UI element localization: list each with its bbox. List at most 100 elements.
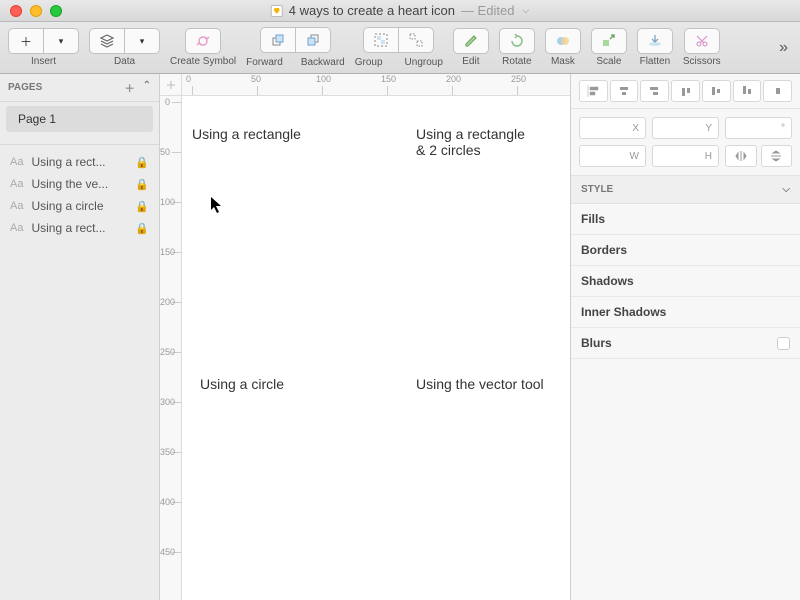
flip-v-button[interactable] — [761, 145, 793, 167]
mask-group: Mask — [545, 28, 581, 67]
canvas-text-layer[interactable]: Using a rectangle — [192, 126, 301, 142]
group-button[interactable] — [363, 27, 398, 53]
layer-row[interactable]: AaUsing a rect...🔒 — [0, 217, 159, 239]
rotation-input[interactable]: ° — [725, 117, 792, 139]
pages-label: PAGES — [8, 82, 42, 93]
insert-button[interactable]: ＋ ▾ — [8, 28, 79, 54]
layer-name: Using the ve... — [31, 177, 127, 191]
flip-h-button[interactable] — [725, 145, 757, 167]
title-bar: 4 ways to create a heart icon — Edited ⌵ — [0, 0, 800, 22]
layer-row[interactable]: AaUsing a circle🔒 — [0, 195, 159, 217]
sidebar: PAGES ＋ ⌃ Page 1 AaUsing a rect...🔒AaUsi… — [0, 74, 160, 600]
ruler-origin[interactable] — [160, 74, 182, 96]
window-title[interactable]: 4 ways to create a heart icon — Edited ⌵ — [271, 3, 530, 18]
group-icon — [372, 31, 390, 49]
layer-row[interactable]: AaUsing the ve...🔒 — [0, 173, 159, 195]
flatten-icon — [646, 32, 664, 50]
edit-label: Edit — [462, 56, 479, 67]
fills-section[interactable]: Fills — [571, 204, 800, 235]
backward-button[interactable] — [295, 27, 331, 53]
chevron-down-icon: ▾ — [133, 32, 151, 50]
main-area: PAGES ＋ ⌃ Page 1 AaUsing a rect...🔒AaUsi… — [0, 74, 800, 600]
h-input[interactable]: H — [652, 145, 719, 167]
shadows-section[interactable]: Shadows — [571, 266, 800, 297]
y-input[interactable]: Y — [652, 117, 719, 139]
edited-indicator: — Edited — [461, 3, 514, 18]
forward-button[interactable] — [260, 27, 295, 53]
chevron-down-icon: ⌵ — [522, 5, 529, 16]
canvas-text-layer[interactable]: Using a rectangle & 2 circles — [416, 126, 525, 158]
x-input[interactable]: X — [579, 117, 646, 139]
scissors-label: Scissors — [683, 56, 721, 67]
ruler-horizontal[interactable]: 050100150200250 — [182, 74, 570, 96]
page-item[interactable]: Page 1 — [6, 106, 153, 132]
document-icon — [271, 5, 283, 17]
refresh-icon — [194, 32, 212, 50]
minimize-window-button[interactable] — [30, 5, 42, 17]
toolbar-overflow-icon[interactable]: » — [775, 39, 792, 57]
scale-icon — [600, 32, 618, 50]
scale-label: Scale — [596, 56, 621, 67]
arrange-pair — [260, 27, 331, 53]
ruler-vertical[interactable]: 050100150200250300350400450 — [160, 96, 182, 600]
zoom-window-button[interactable] — [50, 5, 62, 17]
layers-icon — [98, 32, 116, 50]
align-hcenter-button[interactable] — [610, 80, 639, 102]
edit-group: Edit — [453, 28, 489, 67]
distribute-button[interactable] — [763, 80, 792, 102]
align-left-button[interactable] — [579, 80, 608, 102]
layer-row[interactable]: AaUsing a rect...🔒 — [0, 151, 159, 173]
flatten-group: Flatten — [637, 28, 673, 67]
pages-header: PAGES ＋ ⌃ — [0, 74, 159, 102]
chevron-up-icon[interactable]: ⌃ — [143, 80, 151, 95]
flatten-button[interactable] — [637, 28, 673, 54]
create-symbol-button[interactable] — [185, 28, 221, 54]
chevron-down-icon: ⌵ — [782, 184, 790, 195]
mask-button[interactable] — [545, 28, 581, 54]
scale-button[interactable] — [591, 28, 627, 54]
lock-icon[interactable]: 🔒 — [135, 200, 149, 213]
scale-group: Scale — [591, 28, 627, 67]
scissors-icon — [693, 32, 711, 50]
plus-icon: ＋ — [17, 32, 35, 50]
align-right-button[interactable] — [640, 80, 669, 102]
rotate-group: Rotate — [499, 28, 535, 67]
canvas[interactable]: Using a rectangle Using a rectangle & 2 c… — [182, 96, 570, 600]
pencil-icon — [462, 32, 480, 50]
add-page-icon[interactable]: ＋ — [125, 80, 135, 95]
lock-icon[interactable]: 🔒 — [135, 222, 149, 235]
mask-icon — [554, 32, 572, 50]
data-button[interactable]: ▾ — [89, 28, 160, 54]
lock-icon[interactable]: 🔒 — [135, 178, 149, 191]
canvas-text-layer[interactable]: Using a circle — [200, 376, 284, 392]
blurs-checkbox[interactable] — [777, 337, 790, 350]
blurs-section[interactable]: Blurs — [571, 328, 800, 359]
ungroup-button[interactable] — [398, 27, 434, 53]
edit-button[interactable] — [453, 28, 489, 54]
canvas-wrap: 050100150200250 050100150200250300350400… — [160, 74, 570, 600]
borders-section[interactable]: Borders — [571, 235, 800, 266]
align-vcenter-button[interactable] — [702, 80, 731, 102]
toolbar: ＋ ▾ Insert ▾ Data Create Symbol Forward … — [0, 22, 800, 74]
data-group: ▾ Data — [89, 28, 160, 67]
lock-icon[interactable]: 🔒 — [135, 156, 149, 169]
inner-shadows-section[interactable]: Inner Shadows — [571, 297, 800, 328]
document-title-text: 4 ways to create a heart icon — [289, 3, 455, 18]
send-backward-icon — [304, 31, 322, 49]
scissors-button[interactable] — [684, 28, 720, 54]
align-bottom-button[interactable] — [733, 80, 762, 102]
data-label: Data — [114, 56, 135, 67]
create-symbol-label: Create Symbol — [170, 56, 236, 67]
align-top-button[interactable] — [671, 80, 700, 102]
layer-name: Using a rect... — [31, 155, 127, 169]
style-header[interactable]: STYLE ⌵ — [571, 176, 800, 204]
create-symbol-group: Create Symbol — [170, 28, 236, 67]
cursor-icon — [210, 196, 224, 217]
insert-label: Insert — [31, 56, 56, 67]
w-input[interactable]: W — [579, 145, 646, 167]
close-window-button[interactable] — [10, 5, 22, 17]
rotate-button[interactable] — [499, 28, 535, 54]
canvas-text-layer[interactable]: Using the vector tool — [416, 376, 544, 392]
mask-label: Mask — [551, 56, 575, 67]
layer-name: Using a circle — [31, 199, 127, 213]
